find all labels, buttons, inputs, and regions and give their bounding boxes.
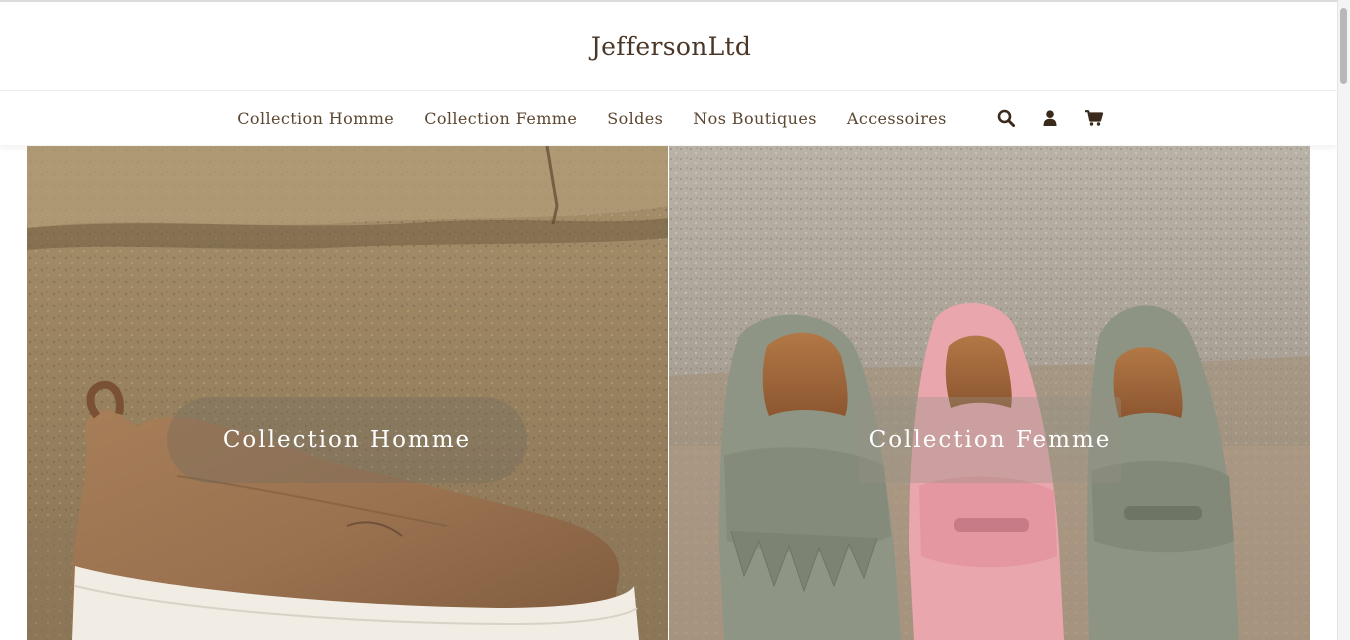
- hero-collection-femme[interactable]: Collection Femme: [669, 146, 1310, 640]
- nav-item-collection-homme[interactable]: Collection Homme: [237, 109, 394, 128]
- hero-image-loafers: [669, 146, 1310, 640]
- user-icon[interactable]: [1040, 108, 1060, 128]
- nav-item-soldes[interactable]: Soldes: [607, 109, 663, 128]
- nav-item-collection-femme[interactable]: Collection Femme: [424, 109, 577, 128]
- hero-label-collection-homme[interactable]: Collection Homme: [167, 397, 527, 483]
- cart-icon[interactable]: [1084, 108, 1104, 128]
- search-icon[interactable]: [996, 108, 1016, 128]
- scrollbar[interactable]: [1337, 0, 1350, 640]
- scrollbar-thumb[interactable]: [1340, 8, 1347, 84]
- nav-item-accessoires[interactable]: Accessoires: [847, 109, 947, 128]
- hero-label-collection-femme[interactable]: Collection Femme: [859, 397, 1121, 483]
- main-navigation: Collection Homme Collection Femme Soldes…: [0, 91, 1338, 145]
- site-logo[interactable]: JeffersonLtd: [591, 32, 751, 61]
- site-header: JeffersonLtd: [0, 2, 1338, 91]
- nav-item-nos-boutiques[interactable]: Nos Boutiques: [693, 109, 817, 128]
- hero-image-men-sneaker: [27, 146, 668, 640]
- hero-collection-homme[interactable]: Collection Homme: [27, 146, 668, 640]
